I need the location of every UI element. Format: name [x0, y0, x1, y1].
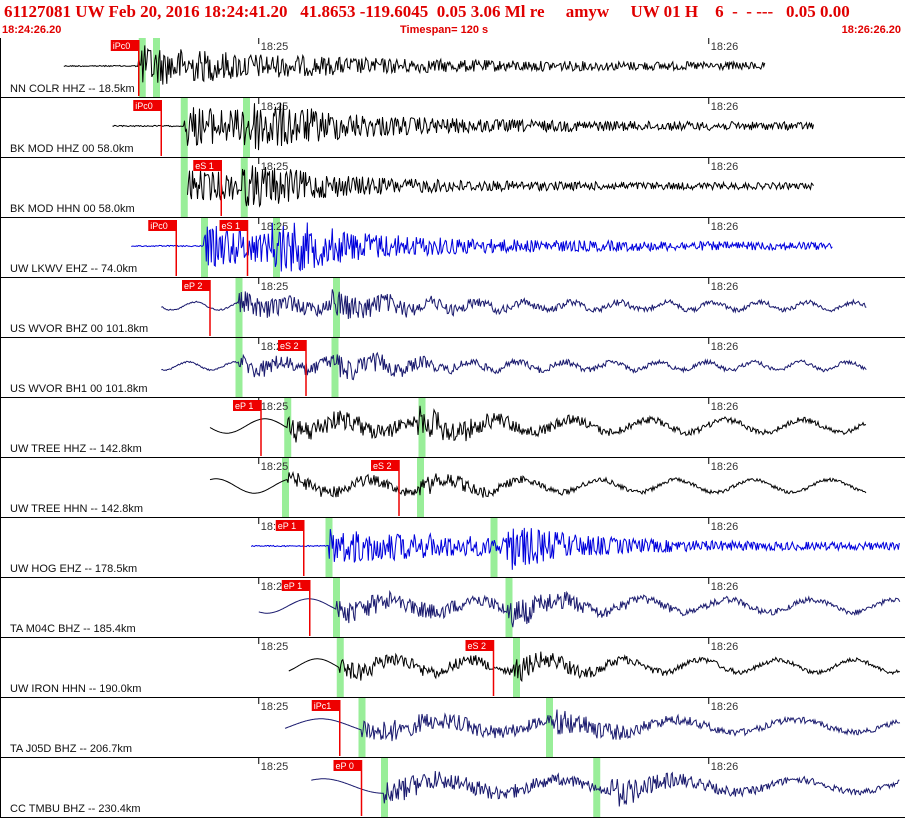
- pick-label: eS 2: [373, 461, 392, 471]
- timespan-label: Timespan= 120 s: [400, 24, 489, 36]
- phase-marker: [333, 278, 340, 337]
- time-tick-label: 18:26: [711, 581, 739, 593]
- time-tick-label: 18:25: [261, 641, 289, 653]
- trace-panel: 18:25 18:26iPc0BK MOD HHZ 00 58.0km: [0, 98, 905, 158]
- time-tick-label: 18:26: [711, 161, 739, 173]
- waveform: [161, 351, 867, 381]
- phase-marker: [180, 158, 188, 217]
- trace-panel: 18:25 18:26eP 1TA M04C BHZ -- 185.4km: [0, 578, 905, 638]
- time-tick-label: 18:25: [261, 761, 289, 773]
- trace-panel: 18:25 18:26 eP 2 US WVOR BHZ 00 101.8km: [0, 278, 905, 338]
- waveform: [258, 589, 901, 628]
- trace-panel: 18:25 18:26 iPc0 eS 1 UW LKWV EHZ -- 74.0km: [0, 218, 905, 278]
- pick-label: eS 1: [195, 161, 214, 171]
- trace-panel: 18:25 18:26 iPc1 TA J05D BHZ -- 206.7km: [0, 698, 905, 758]
- pick-label: iPc0: [150, 221, 168, 231]
- pick-label: eP 1: [278, 521, 296, 531]
- station-label: CC TMBU BHZ -- 230.4km: [10, 803, 141, 815]
- time-tick-label: 18:25: [261, 41, 289, 53]
- phase-marker: [331, 338, 339, 397]
- start-time: 18:24:26.20: [2, 24, 62, 36]
- station-label: UW LKWV EHZ -- 74.0km: [10, 263, 137, 275]
- waveform: [209, 470, 867, 498]
- station-label: TA M04C BHZ -- 185.4km: [10, 623, 136, 635]
- record-header: 61127081 UW Feb 20, 2016 18:24:41.20 41.…: [0, 0, 905, 38]
- time-tick-label: 18:25: [261, 281, 289, 293]
- trace-panel: 18:25 18:26 eP 1 UW TREE HHZ -- 142.8km: [0, 398, 905, 458]
- phase-marker: [358, 698, 366, 757]
- waveform: [288, 651, 901, 683]
- time-tick-label: 18:26: [711, 281, 739, 293]
- time-tick-label: 18:25: [261, 401, 289, 413]
- waveform: [209, 405, 867, 443]
- trace-panel: 18:25 18:26eS 2US WVOR BH1 00 101.8km: [0, 338, 905, 398]
- phase-marker: [235, 338, 243, 397]
- pick-label: iPc0: [135, 101, 153, 111]
- trace-panel: 18:25 18:26 eP 0 CC TMBU BHZ -- 230.4km: [0, 758, 905, 818]
- station-label: BK MOD HHN 00 58.0km: [10, 203, 135, 215]
- event-title: 61127081 UW Feb 20, 2016 18:24:41.20 41.…: [4, 2, 850, 21]
- station-label: UW TREE HHZ -- 142.8km: [10, 443, 142, 455]
- trace-panel: 18:25 18:26eP 1UW HOG EHZ -- 178.5km: [0, 518, 905, 578]
- station-label: UW HOG EHZ -- 178.5km: [10, 563, 137, 575]
- station-label: NN COLR HHZ -- 18.5km: [10, 83, 135, 95]
- trace-panel: 18:25 18:26 eS 2 UW IRON HHN -- 190.0km: [0, 638, 905, 698]
- time-tick-label: 18:26: [711, 101, 739, 113]
- pick-label: eP 1: [235, 401, 253, 411]
- phase-marker: [593, 758, 601, 817]
- pick-label: eS 2: [468, 641, 487, 651]
- waveform: [311, 770, 900, 807]
- trace-panel: 18:25 18:26 iPc0 NN COLR HHZ -- 18.5km: [0, 38, 905, 98]
- seismogram-stack: 18:25 18:26iPc0NN COLR HHZ -- 18.5km18:25…: [0, 38, 905, 818]
- pick-label: iPc1: [314, 701, 332, 711]
- waveform: [250, 527, 900, 570]
- time-tick-label: 18:26: [711, 41, 739, 53]
- station-label: UW IRON HHN -- 190.0km: [10, 683, 141, 695]
- trace-panel: 18:25 18:26 eS 2 UW TREE HHN -- 142.8km: [0, 458, 905, 518]
- station-label: TA J05D BHZ -- 206.7km: [10, 743, 132, 755]
- phase-marker: [546, 698, 553, 757]
- waveform: [284, 709, 901, 742]
- time-tick-label: 18:26: [711, 641, 739, 653]
- phase-marker: [235, 278, 243, 337]
- pick-label: eP 2: [184, 281, 202, 291]
- end-time: 18:26:26.20: [841, 24, 901, 36]
- pick-label: eS 2: [280, 341, 299, 351]
- time-tick-label: 18:26: [711, 701, 739, 713]
- time-tick-label: 18:25: [261, 701, 289, 713]
- time-tick-label: 18:26: [711, 221, 739, 233]
- waveform: [63, 45, 766, 85]
- trace-panel: 18:25 18:26eS 1BK MOD HHN 00 58.0km: [0, 158, 905, 218]
- time-tick-label: 18:26: [711, 461, 739, 473]
- time-tick-label: 18:26: [711, 521, 739, 533]
- station-label: US WVOR BH1 00 101.8km: [10, 383, 148, 395]
- time-tick-label: 18:26: [711, 761, 739, 773]
- pick-label: eP 0: [336, 761, 354, 771]
- time-tick-label: 18:25: [261, 221, 289, 233]
- station-label: US WVOR BHZ 00 101.8km: [10, 323, 148, 335]
- station-label: UW TREE HHN -- 142.8km: [10, 503, 143, 515]
- time-tick-label: 18:25: [261, 461, 289, 473]
- waveform: [161, 289, 867, 320]
- station-label: BK MOD HHZ 00 58.0km: [10, 143, 133, 155]
- phase-marker: [180, 98, 188, 157]
- pick-label: eS 1: [222, 221, 241, 231]
- pick-label: iPc0: [113, 41, 131, 51]
- pick-label: eP 1: [284, 581, 302, 591]
- waveform: [112, 102, 814, 151]
- phase-marker: [325, 518, 333, 577]
- time-tick-label: 18:26: [711, 341, 739, 353]
- time-tick-label: 18:26: [711, 401, 739, 413]
